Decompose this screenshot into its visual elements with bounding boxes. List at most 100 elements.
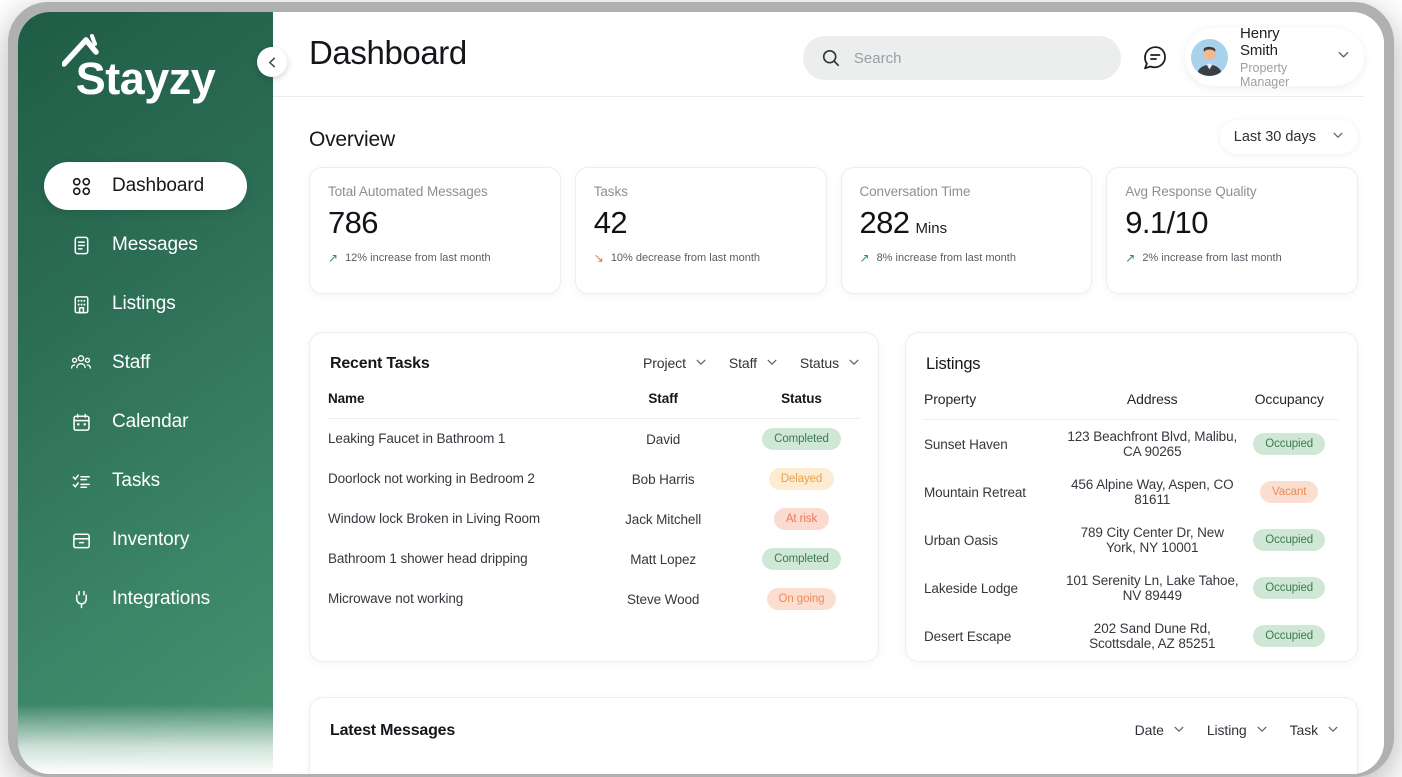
stat-cards: Total Automated Messages 786 ↗ 12% incre… (309, 167, 1358, 294)
table-row[interactable]: Leaking Faucet in Bathroom 1 David Compl… (328, 419, 860, 460)
sidebar-nav: Dashboard Messages Listings Staff Calend… (18, 162, 273, 634)
stat-value-wrap: 42 (594, 205, 808, 241)
table-row[interactable]: Doorlock not working in Bedroom 2 Bob Ha… (328, 459, 860, 499)
chevron-down-icon (848, 355, 860, 371)
sidebar-item-label: Inventory (112, 529, 190, 550)
listing-property: Sunset Haven (924, 436, 1008, 452)
sidebar-item-integrations[interactable]: Integrations (44, 575, 247, 623)
main-content: Dashboard Search Henry Smith Property Ma… (273, 12, 1384, 774)
listing-address: 202 Sand Dune Rd, Scottsdale, AZ 85251 (1089, 621, 1216, 651)
user-profile-chip[interactable]: Henry Smith Property Manager (1185, 25, 1364, 89)
stat-value: 282 (859, 205, 911, 240)
panel-title: Latest Messages (330, 722, 456, 739)
listing-property: Urban Oasis (924, 532, 998, 548)
status-badge: Completed (762, 428, 841, 450)
table-row[interactable]: Mountain Retreat 456 Alpine Way, Aspen, … (924, 468, 1339, 516)
device-frame: Stayzy Dashboard Messages Listings Staff… (8, 2, 1394, 777)
status-badge: Occupied (1253, 577, 1326, 599)
sidebar-fade-overlay (18, 704, 273, 774)
task-status-cell: Completed (743, 539, 860, 579)
listing-property: Desert Escape (924, 628, 1012, 644)
avatar (1191, 38, 1228, 76)
table-row[interactable]: Desert Escape 202 Sand Dune Rd, Scottsda… (924, 612, 1339, 660)
listing-occupancy-cell: Occupied (1239, 612, 1339, 660)
grid-dots-icon (68, 173, 94, 199)
filter-staff[interactable]: Staff (729, 355, 778, 371)
chat-button[interactable] (1135, 38, 1175, 78)
sidebar-item-calendar[interactable]: Calendar (44, 398, 247, 446)
panel-title: Recent Tasks (330, 355, 430, 372)
search-box[interactable] (803, 36, 1121, 80)
table-row[interactable]: Lakeside Lodge 101 Serenity Ln, Lake Tah… (924, 564, 1339, 612)
stat-value: 786 (328, 205, 379, 240)
recent-tasks-table-wrap: Name Staff Status Leaking Faucet in Bath… (328, 391, 860, 619)
stat-value-wrap: 786 (328, 205, 542, 241)
filter-date[interactable]: Date (1135, 722, 1185, 738)
sidebar-item-dashboard[interactable]: Dashboard (44, 162, 247, 210)
stat-delta-text: 2% increase from last month (1142, 252, 1282, 264)
stat-delta: ↗ 2% increase from last month (1125, 252, 1339, 264)
task-staff: David (646, 431, 681, 447)
filter-listing[interactable]: Listing (1207, 722, 1268, 738)
listing-address: 123 Beachfront Blvd, Malibu, CA 90265 (1067, 429, 1238, 459)
column-header-property: Property (924, 391, 1066, 420)
chevron-down-icon (1173, 722, 1185, 738)
filter-project[interactable]: Project (643, 355, 707, 371)
stat-card-avg-response-quality: Avg Response Quality 9.1/10 ↗ 2% increas… (1106, 167, 1358, 294)
stat-value-wrap: 282 Mins (860, 205, 1074, 241)
search-input[interactable] (853, 49, 1103, 67)
sidebar-item-listings[interactable]: Listings (44, 280, 247, 328)
table-row[interactable]: Microwave not working Steve Wood On goin… (328, 579, 860, 619)
filter-label: Project (642, 355, 686, 371)
roof-arrow-logo-icon (62, 34, 99, 67)
table-head: Name Staff Status (328, 391, 860, 419)
table-row[interactable]: Bathroom 1 shower head dripping Matt Lop… (328, 539, 860, 579)
filter-label: Date (1134, 722, 1164, 738)
table-row[interactable]: Urban Oasis 789 City Center Dr, New York… (924, 516, 1339, 564)
people-icon (68, 350, 94, 376)
stat-label: Avg Response Quality (1125, 184, 1257, 199)
listing-property: Lakeside Lodge (924, 580, 1018, 596)
date-range-select[interactable]: Last 30 days (1219, 120, 1358, 154)
stat-value: 42 (593, 205, 628, 240)
trend-down-arrow-icon: ↘ (593, 251, 604, 265)
column-header-staff: Staff (583, 391, 743, 419)
filter-task[interactable]: Task (1290, 722, 1339, 738)
trend-up-arrow-icon: ↗ (328, 251, 339, 265)
sidebar-item-label: Tasks (112, 470, 161, 491)
user-name: Henry Smith (1240, 25, 1280, 59)
listing-address: 456 Alpine Way, Aspen, CO 81611 (1070, 477, 1234, 507)
filter-label: Status (799, 355, 839, 371)
filter-status[interactable]: Status (800, 355, 860, 371)
listing-occupancy-cell: Vacant (1239, 468, 1339, 516)
sidebar-item-label: Staff (112, 352, 151, 373)
app-screen: Stayzy Dashboard Messages Listings Staff… (18, 12, 1384, 774)
date-range-label: Last 30 days (1233, 129, 1316, 145)
panel-title: Listings (926, 355, 981, 373)
filter-label: Task (1289, 722, 1318, 738)
search-icon (822, 49, 840, 67)
listing-occupancy-cell: Occupied (1239, 516, 1339, 564)
table-body: Sunset Haven 123 Beachfront Blvd, Malibu… (924, 420, 1339, 661)
calendar-icon (68, 409, 94, 435)
stat-delta-text: 10% decrease from last month (610, 252, 760, 264)
chevron-down-icon (695, 355, 707, 371)
table-row[interactable]: Window lock Broken in Living Room Jack M… (328, 499, 860, 539)
chevron-down-icon[interactable] (1337, 48, 1350, 66)
sidebar-item-inventory[interactable]: Inventory (44, 516, 247, 564)
sidebar-item-messages[interactable]: Messages (44, 221, 247, 269)
listing-address: 101 Serenity Ln, Lake Tahoe, NV 89449 (1065, 573, 1239, 603)
chevron-down-icon (1256, 722, 1268, 738)
filter-label: Listing (1206, 722, 1247, 738)
table-row[interactable]: Sunset Haven 123 Beachfront Blvd, Malibu… (924, 420, 1339, 469)
checklist-icon (68, 468, 94, 494)
plug-icon (68, 586, 94, 612)
task-staff: Steve Wood (627, 591, 700, 607)
sidebar-item-label: Messages (112, 234, 198, 255)
stat-label: Tasks (593, 184, 628, 199)
sidebar-collapse-button[interactable] (257, 47, 287, 77)
listings-table: Property Address Occupancy Sunset Haven … (924, 391, 1339, 660)
sidebar-item-staff[interactable]: Staff (44, 339, 247, 387)
sidebar-item-tasks[interactable]: Tasks (44, 457, 247, 505)
brand-logo[interactable]: Stayzy (18, 34, 273, 101)
